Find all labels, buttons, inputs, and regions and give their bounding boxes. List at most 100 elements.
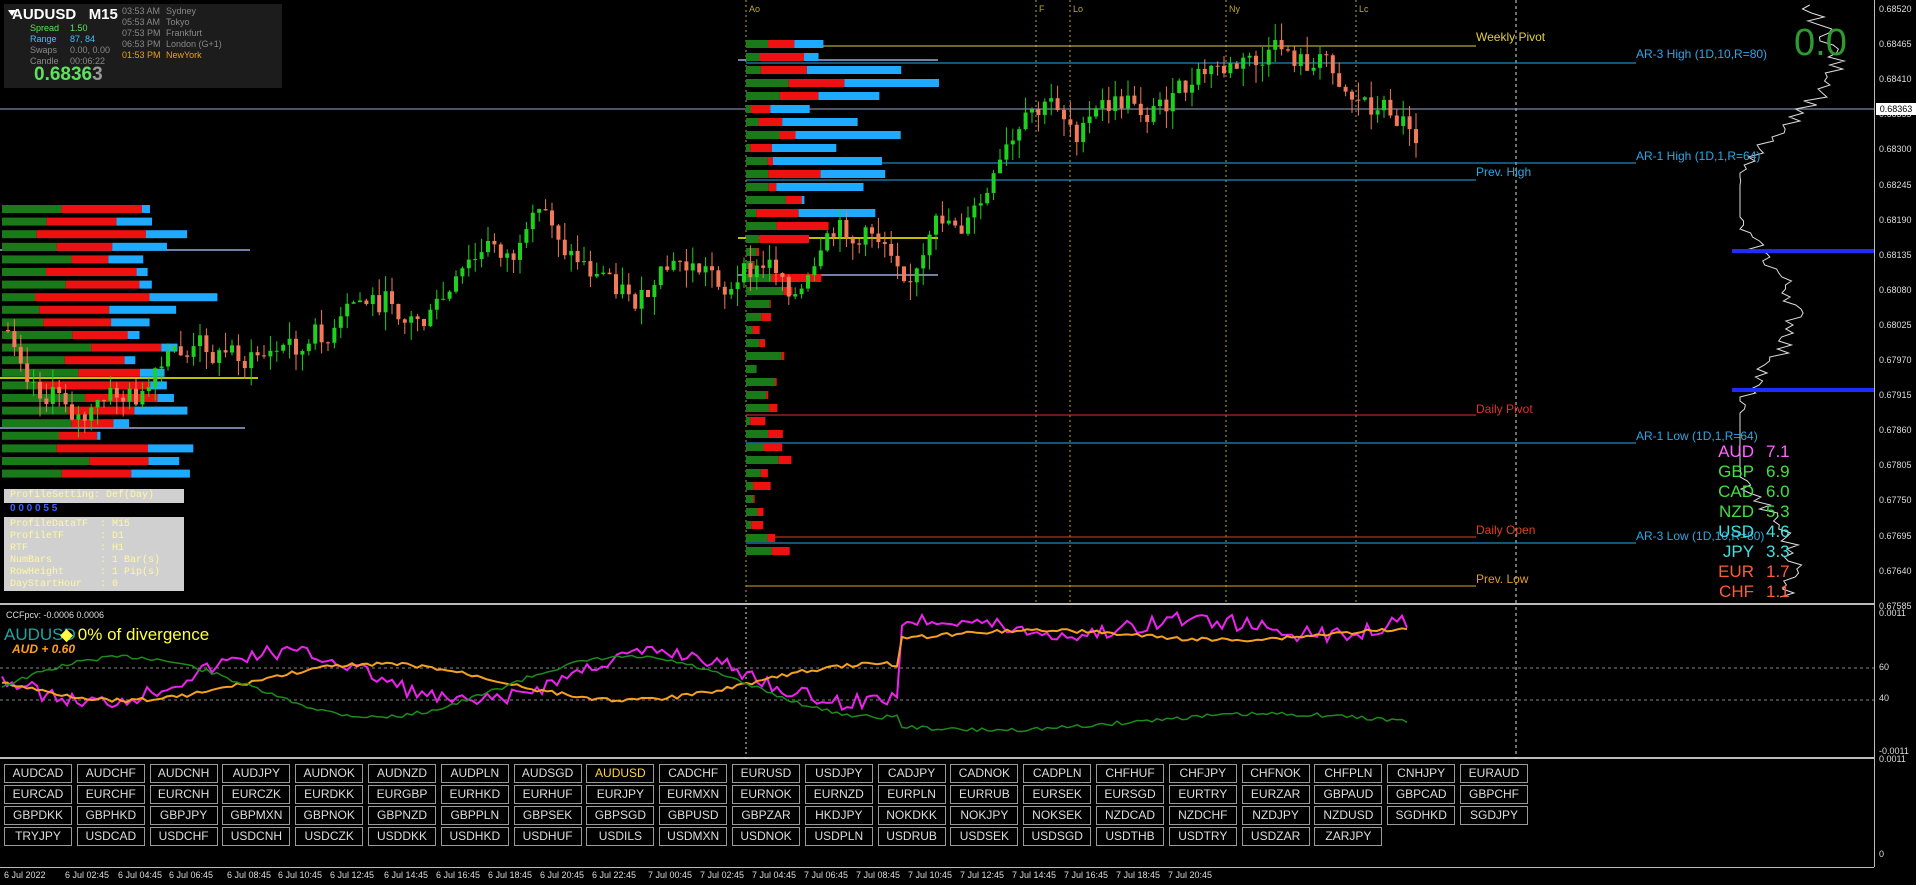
pair-button-audcnh[interactable]: AUDCNH xyxy=(149,764,218,783)
candle xyxy=(818,250,823,267)
pair-button-eurnok[interactable]: EURNOK xyxy=(732,785,800,804)
pair-button-audnok[interactable]: AUDNOK xyxy=(295,764,364,783)
pair-button-chfnok[interactable]: CHFNOK xyxy=(1241,764,1310,783)
pair-button-cadjpy[interactable]: CADJPY xyxy=(877,764,946,783)
candle xyxy=(108,388,113,401)
pair-button-usdils[interactable]: USDILS xyxy=(586,827,655,846)
pair-button-eurjpy[interactable]: EURJPY xyxy=(586,785,655,804)
pair-button-cadnok[interactable]: CADNOK xyxy=(950,764,1019,783)
setting-line: ProfileTF : D1 xyxy=(10,531,125,542)
pair-button-zarjpy[interactable]: ZARJPY xyxy=(1314,827,1383,846)
pair-button-eursek[interactable]: EURSEK xyxy=(1023,785,1092,804)
pair-button-gbpusd[interactable]: GBPUSD xyxy=(659,806,728,825)
pair-button-chfpln[interactable]: CHFPLN xyxy=(1314,764,1383,783)
ccf-indicator-panel[interactable] xyxy=(0,607,1874,759)
pair-button-tryjpy[interactable]: TRYJPY xyxy=(4,827,72,846)
pair-button-gbpchf[interactable]: GBPCHF xyxy=(1460,785,1528,804)
pair-button-eurnzd[interactable]: EURNZD xyxy=(804,785,873,804)
pair-button-usdsgd[interactable]: USDSGD xyxy=(1023,827,1092,846)
pair-button-nzdjpy[interactable]: NZDJPY xyxy=(1241,806,1310,825)
pair-button-gbphkd[interactable]: GBPHKD xyxy=(76,806,145,825)
pair-button-eurtry[interactable]: EURTRY xyxy=(1168,785,1237,804)
pair-button-eurhkd[interactable]: EURHKD xyxy=(440,785,509,804)
pair-button-usdthb[interactable]: USDTHB xyxy=(1096,827,1164,846)
pair-button-usdcad[interactable]: USDCAD xyxy=(76,827,145,846)
pair-button-audcad[interactable]: AUDCAD xyxy=(4,764,72,783)
pair-button-usdrub[interactable]: USDRUB xyxy=(877,827,946,846)
pair-button-audnzd[interactable]: AUDNZD xyxy=(368,764,436,783)
pair-button-audusd[interactable]: AUDUSD xyxy=(586,764,655,783)
pair-button-cadpln[interactable]: CADPLN xyxy=(1023,764,1092,783)
pair-button-cadchf[interactable]: CADCHF xyxy=(659,764,728,783)
pair-button-gbpsek[interactable]: GBPSEK xyxy=(513,806,582,825)
pair-button-gbpcad[interactable]: GBPCAD xyxy=(1387,785,1456,804)
pair-button-usdjpy[interactable]: USDJPY xyxy=(804,764,873,783)
pair-button-eurusd[interactable]: EURUSD xyxy=(732,764,800,783)
pair-button-usddkk[interactable]: USDDKK xyxy=(368,827,436,846)
pair-button-eurczk[interactable]: EURCZK xyxy=(222,785,291,804)
pair-button-eurdkk[interactable]: EURDKK xyxy=(295,785,364,804)
candle xyxy=(684,261,689,271)
pair-button-audjpy[interactable]: AUDJPY xyxy=(222,764,291,783)
candle xyxy=(1234,63,1239,69)
pair-button-euraud[interactable]: EURAUD xyxy=(1460,764,1528,783)
pair-button-gbpzar[interactable]: GBPZAR xyxy=(732,806,800,825)
pair-button-nzdcad[interactable]: NZDCAD xyxy=(1096,806,1164,825)
pair-button-noksek[interactable]: NOKSEK xyxy=(1023,806,1092,825)
pair-button-nokjpy[interactable]: NOKJPY xyxy=(950,806,1019,825)
pair-button-usdmxn[interactable]: USDMXN xyxy=(659,827,728,846)
pair-button-chfhuf[interactable]: CHFHUF xyxy=(1096,764,1164,783)
pair-button-usdtry[interactable]: USDTRY xyxy=(1168,827,1237,846)
price-tick-label: 0.67695 xyxy=(1879,530,1912,541)
pair-button-usdhuf[interactable]: USDHUF xyxy=(513,827,582,846)
pair-button-eurrub[interactable]: EURRUB xyxy=(950,785,1019,804)
pair-button-usdzar[interactable]: USDZAR xyxy=(1241,827,1310,846)
pair-button-usdpln[interactable]: USDPLN xyxy=(804,827,873,846)
candle xyxy=(1049,98,1054,102)
pair-button-nzdchf[interactable]: NZDCHF xyxy=(1168,806,1237,825)
pair-button-eurhuf[interactable]: EURHUF xyxy=(513,785,582,804)
pair-button-gbpjpy[interactable]: GBPJPY xyxy=(149,806,218,825)
pair-button-nokdkk[interactable]: NOKDKK xyxy=(877,806,946,825)
main-chart-panel[interactable]: Ao F Lo Ny Lc AUDUSD M15 Spread 1.50 Range 8… xyxy=(0,0,1874,605)
session-name: Frankfurt xyxy=(166,28,203,38)
time-axis[interactable]: 6 Jul 2022 6 Jul 02:45 6 Jul 04:45 6 Jul 06… xyxy=(0,867,1874,885)
pair-button-eurpln[interactable]: EURPLN xyxy=(877,785,946,804)
pair-button-usdhkd[interactable]: USDHKD xyxy=(440,827,509,846)
price-chart[interactable]: Ao F Lo Ny Lc xyxy=(0,0,1874,605)
candle xyxy=(364,300,369,305)
pair-button-gbpnzd[interactable]: GBPNZD xyxy=(368,806,436,825)
pair-button-gbpnok[interactable]: GBPNOK xyxy=(295,806,364,825)
pair-button-audpln[interactable]: AUDPLN xyxy=(440,764,509,783)
pair-button-usdnok[interactable]: USDNOK xyxy=(732,827,800,846)
pair-button-eurzar[interactable]: EURZAR xyxy=(1241,785,1310,804)
pair-button-gbppln[interactable]: GBPPLN xyxy=(440,806,509,825)
pair-button-eursgd[interactable]: EURSGD xyxy=(1096,785,1164,804)
pair-button-chfjpy[interactable]: CHFJPY xyxy=(1168,764,1237,783)
pair-button-usdcnh[interactable]: USDCNH xyxy=(222,827,291,846)
ccf-indicator-chart[interactable] xyxy=(0,607,1874,759)
candle xyxy=(1132,95,1137,104)
pair-button-gbpaud[interactable]: GBPAUD xyxy=(1314,785,1383,804)
pair-button-eurmxn[interactable]: EURMXN xyxy=(659,785,728,804)
price-axis[interactable]: 0.685200.684650.684100.683550.683000.682… xyxy=(1874,0,1916,867)
pair-button-eurchf[interactable]: EURCHF xyxy=(76,785,145,804)
pair-button-hkdjpy[interactable]: HKDJPY xyxy=(804,806,873,825)
pair-button-nzdusd[interactable]: NZDUSD xyxy=(1314,806,1383,825)
pair-button-usdchf[interactable]: USDCHF xyxy=(149,827,218,846)
price-tick-label: 0.68025 xyxy=(1879,319,1912,330)
pair-button-eurcad[interactable]: EURCAD xyxy=(4,785,72,804)
pair-button-sgdjpy[interactable]: SGDJPY xyxy=(1460,806,1528,825)
pair-button-sgdhkd[interactable]: SGDHKD xyxy=(1387,806,1456,825)
pair-button-usdczk[interactable]: USDCZK xyxy=(295,827,364,846)
pair-button-cnhjpy[interactable]: CNHJPY xyxy=(1387,764,1456,783)
pair-button-usdsek[interactable]: USDSEK xyxy=(950,827,1019,846)
pair-button-gbpsgd[interactable]: GBPSGD xyxy=(586,806,655,825)
pair-button-eurgbp[interactable]: EURGBP xyxy=(368,785,436,804)
pair-button-audsgd[interactable]: AUDSGD xyxy=(513,764,582,783)
pair-button-gbpmxn[interactable]: GBPMXN xyxy=(222,806,291,825)
pair-button-audchf[interactable]: AUDCHF xyxy=(76,764,145,783)
strength-value: 6.0 xyxy=(1766,482,1790,501)
pair-button-eurcnh[interactable]: EURCNH xyxy=(149,785,218,804)
pair-button-gbpdkk[interactable]: GBPDKK xyxy=(4,806,72,825)
